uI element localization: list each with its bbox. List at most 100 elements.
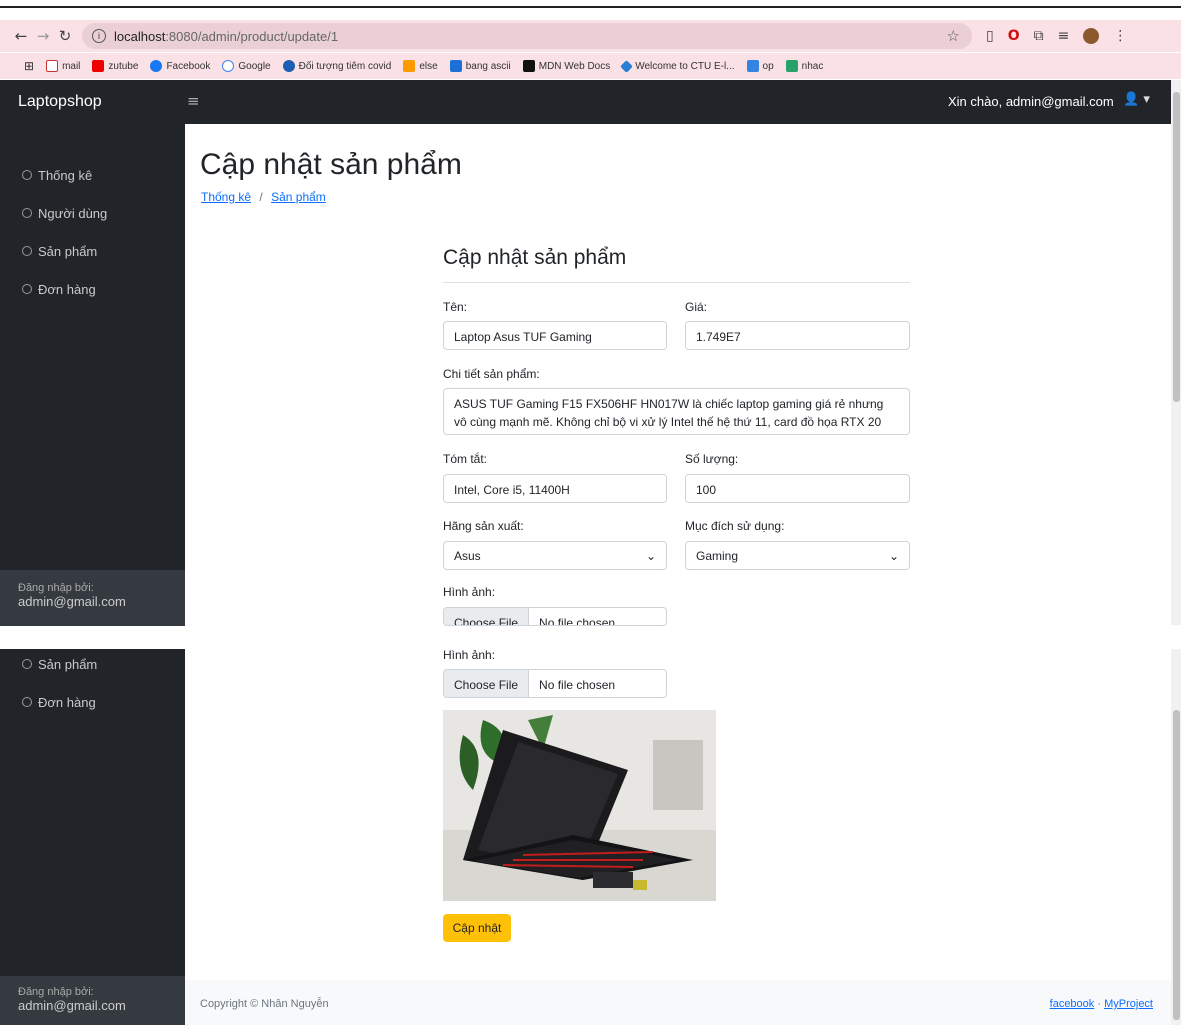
- bookmark-label: mail: [62, 60, 81, 72]
- site-icon: [620, 59, 634, 73]
- purpose-select-value: Gaming: [696, 548, 739, 563]
- browser-toolbar: ← → ↻ i localhost:8080/admin/product/upd…: [0, 20, 1181, 52]
- breadcrumb: Thống kê / Sản phẩm: [201, 190, 326, 204]
- name-input[interactable]: Laptop Asus TUF Gaming: [443, 321, 667, 350]
- products-icon: [22, 246, 32, 256]
- file-input[interactable]: Choose File No file chosen: [443, 669, 667, 698]
- sidebar-item-label: Người dùng: [38, 206, 108, 221]
- bookmark-zutube[interactable]: zutube: [92, 60, 138, 72]
- bookmark-label: Google: [238, 60, 271, 72]
- name-label: Tên:: [443, 300, 468, 314]
- reload-icon[interactable]: ↻: [54, 27, 76, 45]
- sidebar-footer: Đăng nhập bởi: admin@gmail.com: [0, 570, 185, 626]
- chevron-down-icon: ⌄: [645, 548, 656, 563]
- mdn-icon: [522, 60, 535, 72]
- price-input[interactable]: 1.749E7: [685, 321, 910, 350]
- bookmark-facebook[interactable]: Facebook: [150, 60, 210, 72]
- bookmark-star-icon[interactable]: ☆: [947, 27, 960, 45]
- chevron-down-icon: ⌄: [888, 548, 899, 563]
- profile-avatar[interactable]: [1083, 28, 1100, 44]
- logged-in-user: admin@gmail.com: [18, 594, 126, 609]
- site-icon: [785, 60, 798, 72]
- user-menu-icon[interactable]: 👤 ▾: [1123, 92, 1150, 107]
- brand-logo[interactable]: Laptopshop: [18, 93, 102, 111]
- site-icon: [403, 60, 416, 72]
- product-image-preview: [443, 710, 716, 901]
- bookmark-label: Facebook: [166, 60, 211, 72]
- bookmark-label: op: [762, 60, 774, 72]
- bookmark-op[interactable]: op: [746, 60, 774, 72]
- bookmark-covid[interactable]: Đối tượng tiêm covid: [282, 60, 391, 72]
- reading-list-icon[interactable]: ≡: [1058, 28, 1070, 44]
- breadcrumb-products-link[interactable]: Sản phẩm: [271, 190, 326, 204]
- facebook-link[interactable]: facebook: [1050, 998, 1095, 1010]
- sidebar-item-orders[interactable]: Đơn hàng: [22, 282, 96, 297]
- sidebar-footer: Đăng nhập bởi: admin@gmail.com: [0, 976, 185, 1025]
- bookmark-ctu[interactable]: Welcome to CTU E-l...: [620, 59, 735, 73]
- sidebar-item-users[interactable]: Người dùng: [22, 206, 107, 221]
- forward-icon[interactable]: →: [32, 27, 54, 45]
- scrollbar-thumb[interactable]: [1173, 710, 1180, 1020]
- site-icon: [746, 60, 759, 72]
- bookmark-else[interactable]: else: [403, 60, 438, 72]
- extension-icon[interactable]: ▯: [986, 28, 994, 44]
- breadcrumb-separator: /: [259, 190, 263, 204]
- file-input-partial[interactable]: Choose File No file chosen: [443, 607, 667, 626]
- price-label: Giá:: [685, 300, 708, 314]
- bookmark-label: zutube: [108, 60, 139, 72]
- site-icon: [449, 60, 462, 72]
- laptop-photo: [443, 710, 716, 901]
- update-button[interactable]: Cập nhật: [443, 914, 511, 942]
- brand-label: Hãng sản xuất:: [443, 519, 524, 533]
- logged-in-label: Đăng nhập bởi:: [18, 582, 94, 594]
- quantity-label: Số lượng:: [685, 452, 739, 466]
- brand-select-value: Asus: [454, 548, 481, 563]
- sidebar-item-label: Sản phẩm: [38, 244, 98, 259]
- greeting-text: Xin chào, admin@gmail.com: [948, 94, 1114, 109]
- apps-grid-icon[interactable]: ⊞: [24, 59, 34, 73]
- sidebar-item-products[interactable]: Sản phẩm: [22, 657, 97, 672]
- bookmark-nhac[interactable]: nhac: [785, 60, 824, 72]
- bookmark-mail[interactable]: mail: [46, 60, 80, 72]
- sidebar-item-label: Sản phẩm: [38, 657, 98, 672]
- bookmark-label: MDN Web Docs: [538, 60, 611, 72]
- users-icon: [22, 208, 32, 218]
- breadcrumb-dashboard-link[interactable]: Thống kê: [201, 190, 251, 204]
- sidebar-item-dashboard[interactable]: Thống kê: [22, 168, 92, 183]
- address-bar[interactable]: i localhost:8080/admin/product/update/1 …: [82, 23, 972, 49]
- site-icon: [282, 60, 295, 72]
- products-icon: [22, 659, 32, 669]
- extensions-puzzle-icon[interactable]: ⧉: [1034, 28, 1044, 44]
- purpose-select[interactable]: Gaming ⌄: [685, 541, 910, 570]
- file-status: No file chosen: [539, 616, 616, 626]
- quantity-input[interactable]: 100: [685, 474, 910, 503]
- form-heading: Cập nhật sản phẩm: [443, 246, 627, 269]
- bookmark-ascii[interactable]: bang ascii: [449, 60, 511, 72]
- sidebar-item-products[interactable]: Sản phẩm: [22, 244, 97, 259]
- page-footer: Copyright © Nhân Nguyễn facebook · MyPro…: [185, 980, 1171, 1025]
- bookmark-google[interactable]: Google: [222, 60, 271, 72]
- opera-icon[interactable]: O: [1008, 28, 1020, 44]
- sidebar-scrolled: Sản phẩm Đơn hàng: [0, 649, 185, 976]
- footer-links: facebook · MyProject: [1050, 998, 1153, 1010]
- choose-file-button[interactable]: Choose File: [444, 670, 530, 697]
- view-separator: [0, 626, 1181, 648]
- back-icon[interactable]: ←: [10, 27, 32, 45]
- bookmark-label: else: [419, 60, 438, 72]
- sidebar-toggle-icon[interactable]: ≡: [187, 92, 200, 110]
- site-info-icon[interactable]: i: [92, 29, 106, 43]
- url-path: :8080/admin/product/update/1: [165, 28, 339, 44]
- choose-file-button[interactable]: Choose File: [444, 608, 530, 625]
- window-top-edge: [0, 0, 1181, 8]
- sidebar-item-orders[interactable]: Đơn hàng: [22, 695, 96, 710]
- detail-textarea[interactable]: ASUS TUF Gaming F15 FX506HF HN017W là ch…: [443, 388, 910, 435]
- image-label: Hình ảnh:: [443, 648, 496, 662]
- summary-input[interactable]: Intel, Core i5, 11400H: [443, 474, 667, 503]
- brand-select[interactable]: Asus ⌄: [443, 541, 667, 570]
- browser-menu-icon[interactable]: ⋮: [1113, 28, 1127, 44]
- bookmark-label: nhac: [801, 60, 824, 72]
- scrollbar-thumb[interactable]: [1173, 92, 1180, 402]
- myproject-link[interactable]: MyProject: [1104, 998, 1153, 1010]
- bookmark-mdn[interactable]: MDN Web Docs: [522, 60, 611, 72]
- sidebar: Thống kê Người dùng Sản phẩm Đơn hàng: [0, 124, 185, 570]
